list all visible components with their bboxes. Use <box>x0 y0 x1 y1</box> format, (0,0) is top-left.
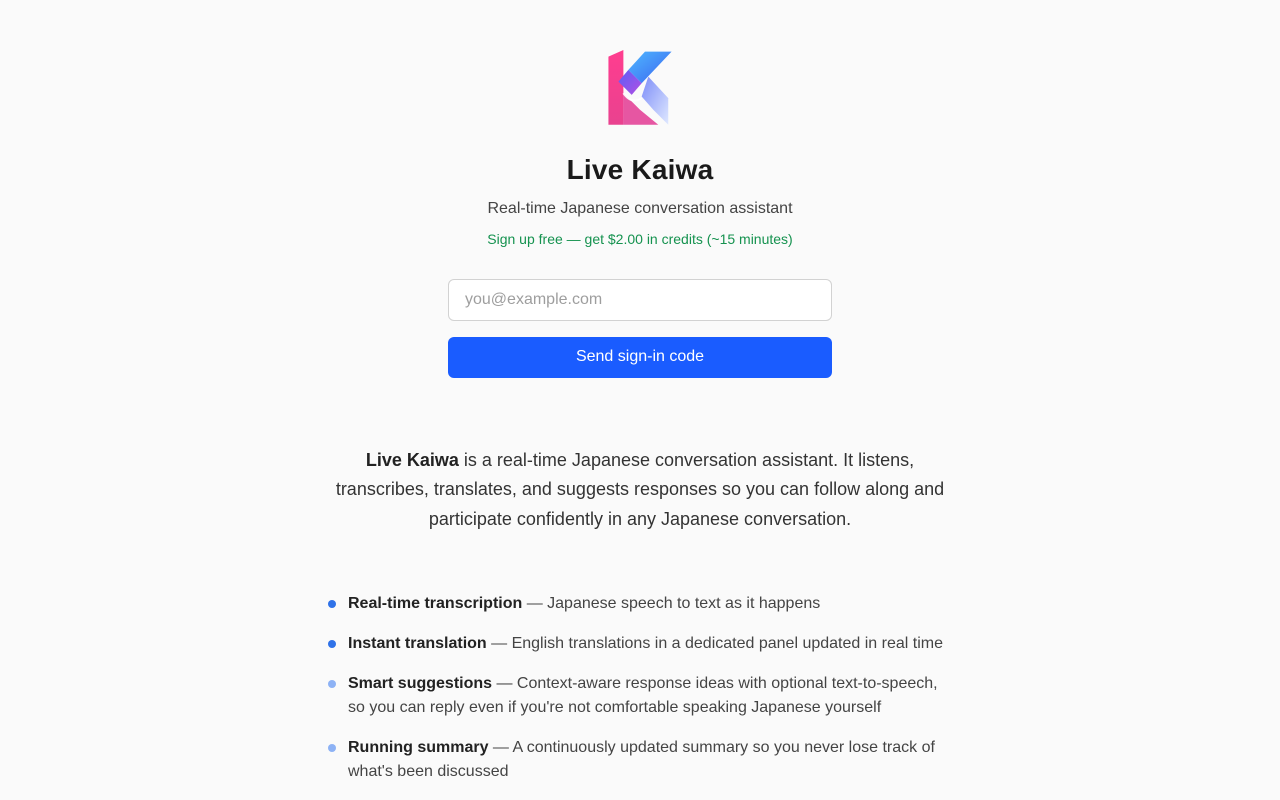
feature-title: Running summary <box>348 739 489 756</box>
email-input[interactable] <box>448 279 832 322</box>
promo-text: Sign up free — get $2.00 in credits (~15… <box>487 231 793 248</box>
list-item: Instant translation — English translatio… <box>328 632 952 656</box>
feature-list: Real-time transcription — Japanese speec… <box>328 592 952 800</box>
about-brand: Live Kaiwa <box>365 449 459 470</box>
list-item: Smart suggestions — Context-aware respon… <box>328 672 952 720</box>
bullet-dot-icon <box>328 680 336 688</box>
bullet-dot-icon <box>328 640 336 648</box>
send-sign-in-code-button[interactable]: Send sign-in code <box>448 337 832 378</box>
feature-title: Real-time transcription <box>348 595 523 612</box>
signin-page: Live Kaiwa Real-time Japanese conversati… <box>0 0 1280 800</box>
page-title: Live Kaiwa <box>566 154 714 186</box>
about-paragraph: Live Kaiwa is a real-time Japanese conve… <box>330 446 950 535</box>
bullet-dot-icon <box>328 600 336 608</box>
feature-title: Instant translation <box>348 635 487 652</box>
bullet-dot-icon <box>328 744 336 752</box>
list-item: Running summary — A continuously updated… <box>328 736 952 784</box>
live-kaiwa-logo-icon <box>608 50 672 125</box>
feature-description: — English translations in a dedicated pa… <box>486 635 943 652</box>
feature-description: — Japanese speech to text as it happens <box>522 595 821 612</box>
list-item: Real-time transcription — Japanese speec… <box>328 592 952 616</box>
page-subtitle: Real-time Japanese conversation assistan… <box>487 200 793 218</box>
feature-title: Smart suggestions <box>348 675 493 692</box>
